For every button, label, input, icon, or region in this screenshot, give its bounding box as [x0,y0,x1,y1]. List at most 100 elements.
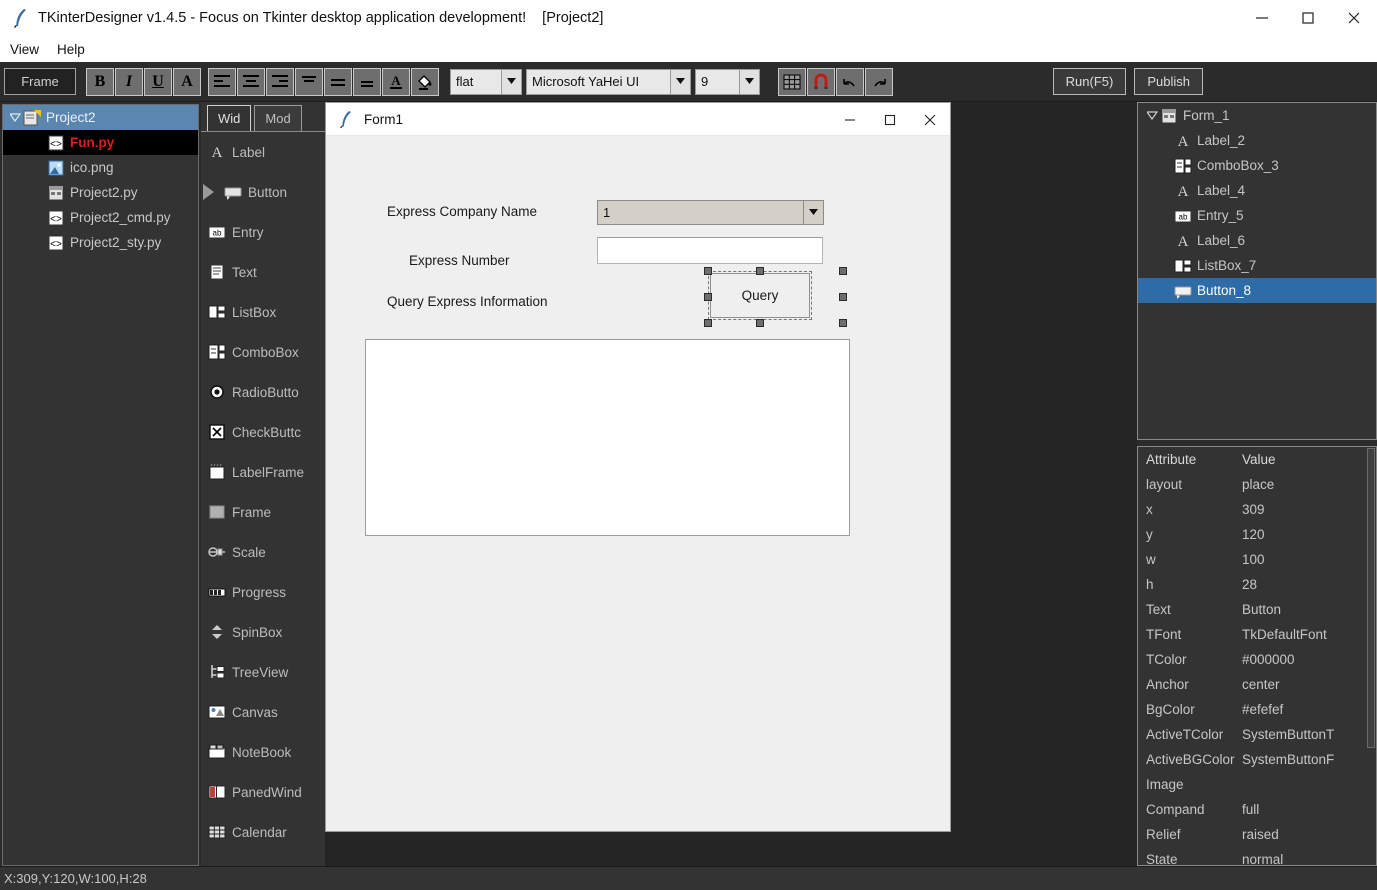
resize-handle-e[interactable] [839,293,847,301]
project-file-project2-sty-py[interactable]: <> Project2_sty.py [3,230,198,255]
palette-item-text[interactable]: Text [201,252,325,292]
property-value[interactable]: raised [1242,827,1376,842]
object-node-label-2[interactable]: A Label_2 [1138,128,1376,153]
toolbar-widget-name[interactable]: Frame [4,68,76,95]
property-row-layout[interactable]: layout place [1138,472,1376,497]
palette-item-checkbutton[interactable]: CheckButtc [201,412,325,452]
palette-item-labelframe[interactable]: LabelFrame [201,452,325,492]
grid-icon[interactable] [778,67,806,96]
property-value[interactable]: TkDefaultFont [1242,627,1376,642]
minimize-icon[interactable] [1239,0,1285,36]
property-row-bgcolor[interactable]: BgColor #efefef [1138,697,1376,722]
paint-bucket-icon[interactable] [411,67,439,96]
form-button-query[interactable]: Query [710,273,810,318]
property-value[interactable]: 100 [1242,552,1376,567]
relief-select[interactable]: flat [450,68,522,95]
palette-item-calendar[interactable]: Calendar [201,812,325,852]
form-entry-number[interactable] [597,237,823,264]
resize-handle-n[interactable] [756,267,764,275]
chevron-down-icon[interactable] [501,69,521,94]
palette-item-spinbox[interactable]: SpinBox [201,612,325,652]
align-ne-icon[interactable] [266,67,294,96]
object-node-button-8[interactable]: Button_8 [1138,278,1376,303]
align-middle-icon[interactable] [324,67,352,96]
object-node-label-4[interactable]: A Label_4 [1138,178,1376,203]
palette-item-button[interactable]: Button [201,172,325,212]
property-row-x[interactable]: x 309 [1138,497,1376,522]
property-value[interactable]: center [1242,677,1376,692]
project-file-project2-py[interactable]: Project2.py [3,180,198,205]
chevron-down-icon[interactable] [803,201,823,224]
form-combobox-company[interactable]: 1 [597,200,824,225]
palette-item-progress[interactable]: Progress [201,572,325,612]
property-row-compand[interactable]: Compand full [1138,797,1376,822]
close-icon[interactable] [1331,0,1377,36]
chevron-down-icon[interactable] [1144,111,1160,120]
object-node-combobox-3[interactable]: ComboBox_3 [1138,153,1376,178]
palette-item-listbox[interactable]: ListBox [201,292,325,332]
palette-item-label[interactable]: A Label [201,132,325,172]
maximize-icon[interactable] [1285,0,1331,36]
property-row-tfont[interactable]: TFont TkDefaultFont [1138,622,1376,647]
property-value[interactable]: SystemButtonT [1242,727,1376,742]
design-canvas[interactable]: Form1 Express Company Name 1 Express Num… [325,102,1137,866]
palette-item-frame[interactable]: Frame [201,492,325,532]
property-value[interactable]: #efefef [1242,702,1376,717]
run-button[interactable]: Run(F5) [1052,68,1127,95]
property-row-y[interactable]: y 120 [1138,522,1376,547]
menu-item-view[interactable]: View [10,42,39,57]
property-row-activetcolor[interactable]: ActiveTColor SystemButtonT [1138,722,1376,747]
menu-item-help[interactable]: Help [57,42,85,57]
palette-item-panedwindow[interactable]: PanedWind [201,772,325,812]
tab-wid[interactable]: Wid [207,105,252,131]
form-label-query[interactable]: Query Express Information [387,294,548,309]
underline-button[interactable]: U [144,67,172,96]
maximize-icon[interactable] [870,103,910,136]
palette-item-scale[interactable]: Scale [201,532,325,572]
resize-handle-w[interactable] [704,293,712,301]
resize-handle-nw[interactable] [704,267,712,275]
italic-button[interactable]: I [115,67,143,96]
project-file-ico-png[interactable]: ico.png [3,155,198,180]
property-value[interactable]: 28 [1242,577,1376,592]
property-value[interactable]: SystemButtonF [1242,752,1376,767]
tab-mod[interactable]: Mod [254,105,302,131]
chevron-down-icon[interactable] [670,69,690,94]
align-nw-icon[interactable] [208,67,236,96]
palette-item-canvas[interactable]: Canvas [201,692,325,732]
palette-item-notebook[interactable]: NoteBook [201,732,325,772]
bold-button[interactable]: B [86,67,114,96]
resize-handle-s[interactable] [756,319,764,327]
property-value[interactable]: normal [1242,852,1376,865]
palette-item-combobox[interactable]: ComboBox [201,332,325,372]
font-button[interactable]: A [173,67,201,96]
align-n-icon[interactable] [237,67,265,96]
align-top-icon[interactable] [295,67,323,96]
magnet-icon[interactable] [807,67,835,96]
property-row-relief[interactable]: Relief raised [1138,822,1376,847]
palette-item-treeview[interactable]: TreeView [201,652,325,692]
property-row-h[interactable]: h 28 [1138,572,1376,597]
object-node-listbox-7[interactable]: ListBox_7 [1138,253,1376,278]
close-icon[interactable] [910,103,950,136]
project-file-fun-py[interactable]: <> Fun.py [3,130,198,155]
property-row-w[interactable]: w 100 [1138,547,1376,572]
properties-scrollbar[interactable] [1367,448,1375,864]
object-tree-root[interactable]: Form_1 [1138,103,1376,128]
object-node-entry-5[interactable]: ab Entry_5 [1138,203,1376,228]
undo-icon[interactable] [836,67,864,96]
resize-handle-ne[interactable] [839,267,847,275]
palette-item-entry[interactable]: ab Entry [201,212,325,252]
A-underline-icon[interactable]: A [382,67,410,96]
resize-handle-sw[interactable] [704,319,712,327]
project-file-project2-cmd-py[interactable]: <> Project2_cmd.py [3,205,198,230]
property-value[interactable]: 120 [1242,527,1376,542]
property-row-image[interactable]: Image [1138,772,1376,797]
property-row-tcolor[interactable]: TColor #000000 [1138,647,1376,672]
publish-button[interactable]: Publish [1134,68,1203,95]
form-label-company[interactable]: Express Company Name [387,204,537,219]
form-label-number[interactable]: Express Number [409,253,510,268]
font-size-select[interactable]: 9 [695,68,760,95]
form-listbox-results[interactable] [365,339,850,536]
property-value[interactable]: 309 [1242,502,1376,517]
